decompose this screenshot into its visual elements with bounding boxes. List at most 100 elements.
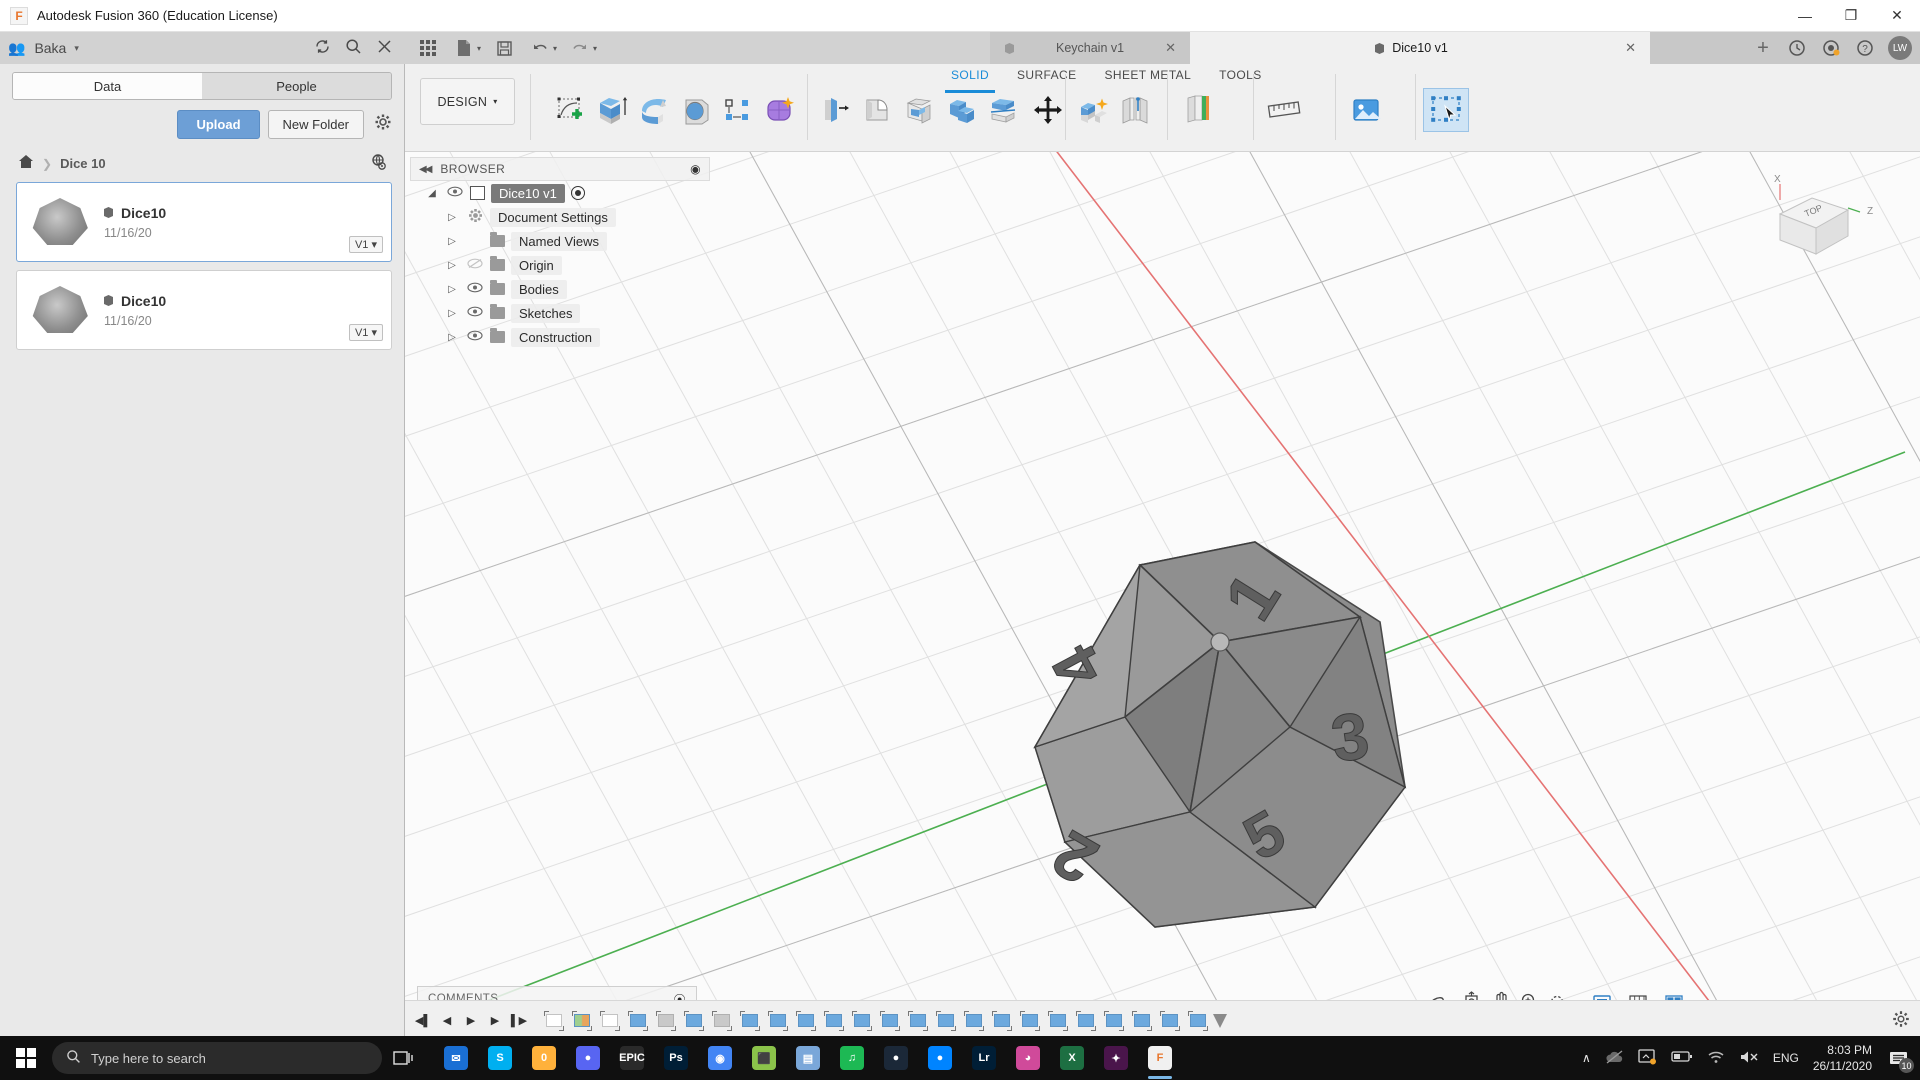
task-view-icon[interactable]	[382, 1036, 426, 1080]
offset-plane-command[interactable]	[1175, 88, 1221, 132]
document-tab-dice10[interactable]: Dice10 v1 ✕	[1190, 32, 1650, 64]
file-card[interactable]: Dice10 11/16/20 V1 ▾	[16, 182, 392, 262]
expand-arrow-icon[interactable]: ▷	[444, 332, 460, 343]
close-icon[interactable]	[376, 38, 393, 58]
fusion360-app[interactable]: F	[1138, 1036, 1182, 1080]
new-component-command[interactable]	[1073, 88, 1113, 132]
3d-viewer-app[interactable]: ⬛	[742, 1036, 786, 1080]
timeline-end[interactable]: ▌▶	[507, 1005, 531, 1037]
file-icon[interactable]	[447, 33, 481, 63]
notifications-icon[interactable]: 10	[1886, 1045, 1912, 1071]
eye-icon[interactable]	[446, 186, 464, 200]
file-explorer-app[interactable]: ὜0	[522, 1036, 566, 1080]
redo-icon[interactable]	[563, 33, 597, 63]
slack-app[interactable]: ✦	[1094, 1036, 1138, 1080]
form-sculpt-command[interactable]	[760, 88, 800, 132]
skype-app[interactable]: S	[478, 1036, 522, 1080]
tray-chevron-icon[interactable]: ∧	[1582, 1051, 1591, 1065]
tab-people[interactable]: People	[202, 73, 391, 99]
browser-node-document-settings[interactable]: ▷ Document Settings	[410, 205, 710, 229]
tab-sheet-metal[interactable]: SHEET METAL	[1091, 68, 1206, 88]
volume-icon[interactable]	[1739, 1050, 1759, 1067]
press-pull-command[interactable]	[815, 88, 855, 132]
timeline-feature[interactable]	[1101, 1008, 1127, 1034]
combine-command[interactable]	[941, 88, 981, 132]
timeline-feature[interactable]	[737, 1008, 763, 1034]
undo-icon[interactable]	[523, 33, 557, 63]
language-indicator[interactable]: ENG	[1773, 1051, 1799, 1065]
file-menu-caret-icon[interactable]: ▾	[477, 44, 481, 53]
excel-app[interactable]: X	[1050, 1036, 1094, 1080]
shell-command[interactable]	[899, 88, 939, 132]
mail-app[interactable]: ✉	[434, 1036, 478, 1080]
windows-start-icon[interactable]	[0, 1036, 52, 1080]
grid-icon[interactable]	[411, 33, 445, 63]
browser-node-construction[interactable]: ▷ Construction	[410, 325, 710, 349]
timeline-feature[interactable]	[1017, 1008, 1043, 1034]
eye-icon[interactable]	[466, 282, 484, 296]
timeline-feature[interactable]	[1129, 1008, 1155, 1034]
timeline-feature[interactable]	[541, 1008, 567, 1034]
timeline-feature[interactable]	[989, 1008, 1015, 1034]
view-cube[interactable]: TOP X Z	[1760, 172, 1880, 282]
new-folder-button[interactable]: New Folder	[268, 110, 364, 139]
extrude-command[interactable]	[592, 88, 632, 132]
chevron-down-icon[interactable]: ▾	[74, 43, 79, 54]
expand-arrow-icon[interactable]: ▷	[444, 284, 460, 295]
create-sketch-command[interactable]	[550, 88, 590, 132]
timeline-feature[interactable]	[1045, 1008, 1071, 1034]
timeline-feature[interactable]	[877, 1008, 903, 1034]
wifi-icon[interactable]	[1707, 1050, 1725, 1067]
measure-command[interactable]	[1261, 88, 1307, 132]
panel-options-icon[interactable]: ◉	[690, 162, 701, 176]
lightroom-app[interactable]: Lr	[962, 1036, 1006, 1080]
eye-hidden-icon[interactable]	[466, 258, 484, 272]
eye-icon[interactable]	[466, 306, 484, 320]
avatar[interactable]: LW	[1888, 36, 1912, 60]
tab-solid[interactable]: SOLID	[937, 68, 1003, 88]
help-icon[interactable]: ?	[1850, 33, 1880, 63]
insert-image-command[interactable]	[1343, 88, 1389, 132]
paint3d-app[interactable]: ◕	[1006, 1036, 1050, 1080]
timeline-play[interactable]: ▶	[459, 1005, 483, 1037]
timeline-feature[interactable]	[653, 1008, 679, 1034]
search-input[interactable]: Type here to search	[52, 1042, 382, 1074]
job-status-icon[interactable]	[1782, 33, 1812, 63]
document-tab-keychain[interactable]: Keychain v1 ✕	[990, 32, 1190, 64]
home-icon[interactable]	[18, 154, 34, 173]
file-card[interactable]: Dice10 11/16/20 V1 ▾	[16, 270, 392, 350]
new-tab-button[interactable]: +	[1748, 33, 1778, 63]
notifications-icon[interactable]	[1816, 33, 1846, 63]
epic-games-app[interactable]: EPIC	[610, 1036, 654, 1080]
display-icon[interactable]	[1638, 1049, 1657, 1068]
minimize-button[interactable]: —	[1782, 0, 1828, 32]
timeline-settings-icon[interactable]	[1892, 1010, 1910, 1031]
3d-viewport[interactable]: 1 4 3 2 5 ◀◀ BROWSER ◉ ◢ Dice10 v1 ▷ Doc…	[405, 152, 1920, 1056]
expand-arrow-icon[interactable]: ▷	[444, 236, 460, 247]
project-settings-icon[interactable]	[370, 153, 388, 174]
timeline-marker[interactable]	[1213, 1014, 1227, 1028]
messenger-app[interactable]: ●	[918, 1036, 962, 1080]
timeline-feature[interactable]	[597, 1008, 623, 1034]
breadcrumb-path[interactable]: Dice 10	[60, 156, 106, 171]
tab-tools[interactable]: TOOLS	[1205, 68, 1275, 88]
timeline-next[interactable]: ▶	[483, 1005, 507, 1037]
save-icon[interactable]	[487, 33, 521, 63]
timeline-feature[interactable]	[793, 1008, 819, 1034]
onedrive-icon[interactable]	[1605, 1050, 1624, 1067]
sweep-command[interactable]	[676, 88, 716, 132]
timeline-feature[interactable]	[961, 1008, 987, 1034]
tab-surface[interactable]: SURFACE	[1003, 68, 1090, 88]
dice-model[interactable]: 1 4 3 2 5	[890, 417, 1490, 977]
split-body-command[interactable]	[983, 88, 1023, 132]
timeline-feature[interactable]	[821, 1008, 847, 1034]
timeline-prev[interactable]: ◀	[435, 1005, 459, 1037]
timeline-feature[interactable]	[1157, 1008, 1183, 1034]
spotify-app[interactable]: ♫	[830, 1036, 874, 1080]
expand-arrow-icon[interactable]: ◢	[424, 188, 440, 199]
timeline-feature[interactable]	[905, 1008, 931, 1034]
collapse-left-icon[interactable]: ◀◀	[419, 164, 430, 175]
steam-app[interactable]: ●	[874, 1036, 918, 1080]
chrome-app[interactable]: ◉	[698, 1036, 742, 1080]
revolve-command[interactable]	[634, 88, 674, 132]
